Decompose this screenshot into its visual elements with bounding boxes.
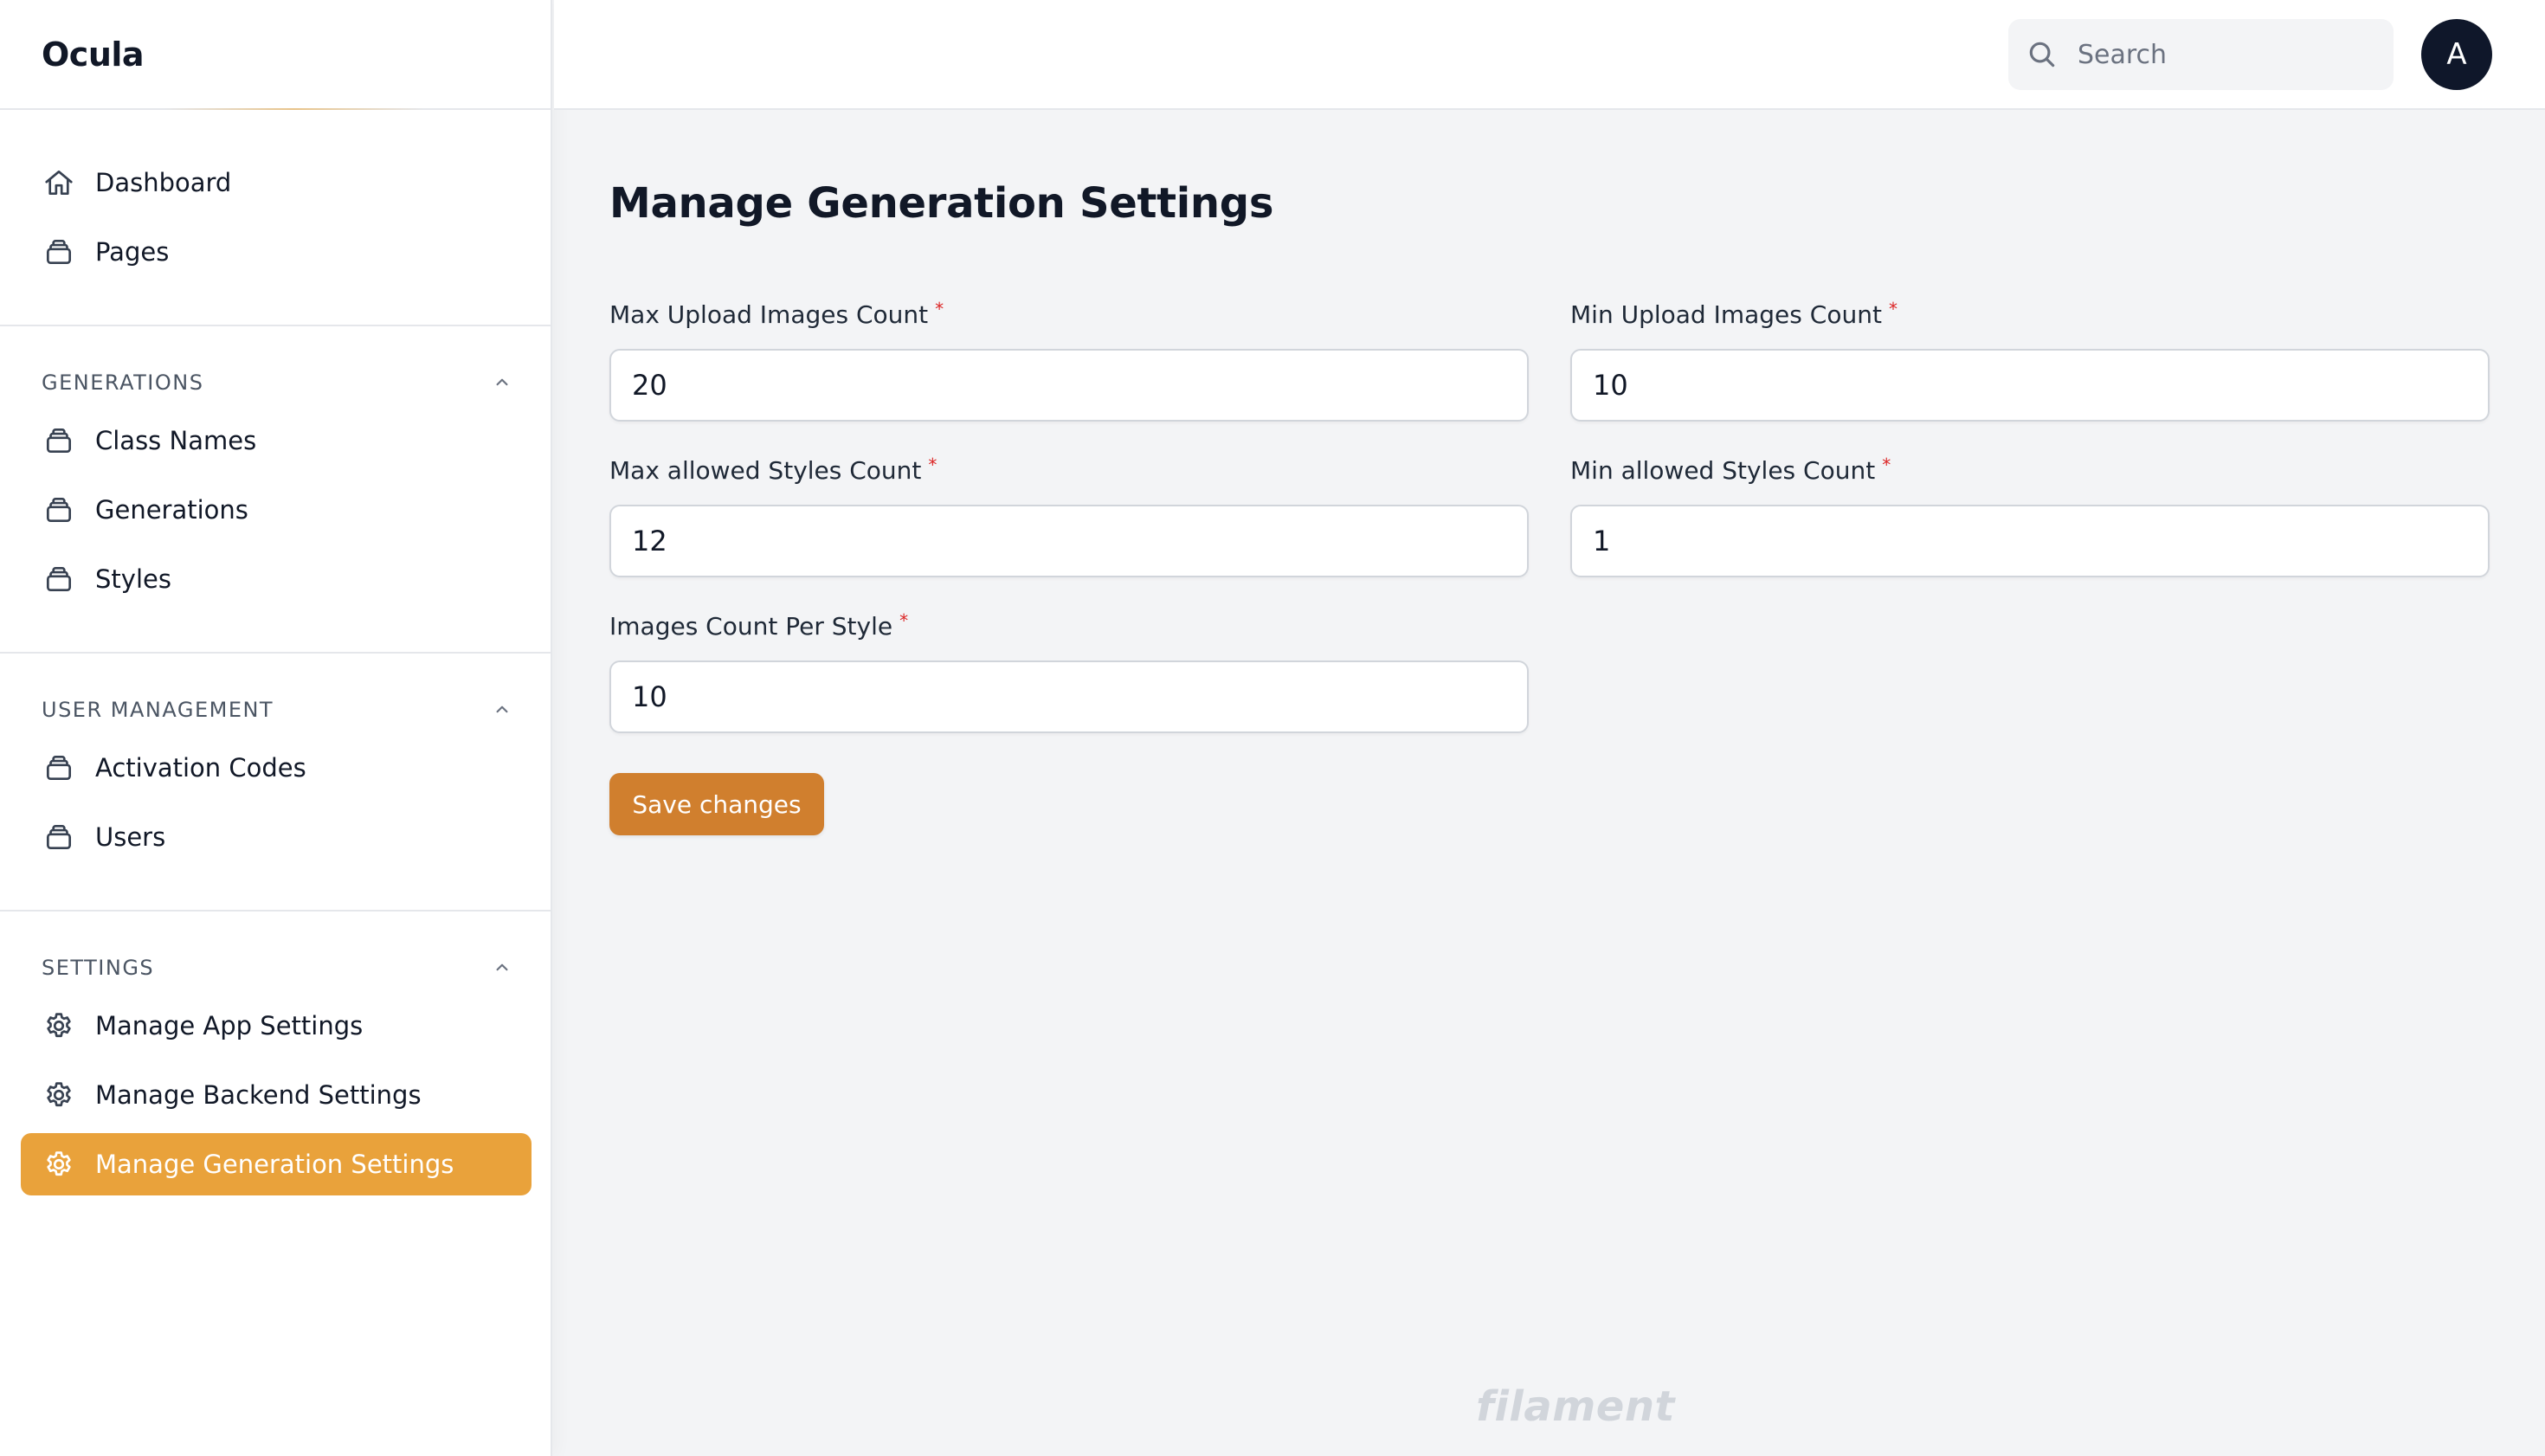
sidebar: Ocula Dashboard Pages GENERATIONS Class …	[0, 0, 552, 1456]
sidebar-item-manage-app-settings[interactable]: Manage App Settings	[21, 995, 532, 1057]
max-allowed-styles-count-input[interactable]	[609, 505, 1529, 577]
field-max-allowed-styles-count: Max allowed Styles Count *	[609, 456, 1529, 577]
field-label: Images Count Per Style *	[609, 612, 1529, 647]
filament-logo: filament	[1476, 1382, 1675, 1431]
stack-icon	[42, 820, 76, 854]
group-title: SETTINGS	[42, 956, 155, 980]
field-min-upload-images-count: Min Upload Images Count *	[1570, 300, 2490, 422]
sidebar-item-pages[interactable]: Pages	[21, 221, 532, 283]
field-max-upload-images-count: Max Upload Images Count *	[609, 300, 1529, 422]
required-asterisk: *	[899, 610, 909, 631]
sidebar-item-label: Dashboard	[95, 168, 232, 197]
search-input[interactable]	[2060, 39, 2372, 70]
sidebar-item-label: Users	[95, 822, 166, 852]
required-asterisk: *	[935, 299, 944, 319]
group-title: USER MANAGEMENT	[42, 698, 274, 722]
avatar[interactable]: A	[2421, 19, 2492, 90]
sidebar-item-label: Styles	[95, 564, 171, 594]
min-allowed-styles-count-input[interactable]	[1570, 505, 2490, 577]
min-upload-images-count-input[interactable]	[1570, 349, 2490, 422]
main-content: Manage Generation Settings Max Upload Im…	[554, 110, 2545, 1456]
brand-name: Ocula	[42, 35, 145, 74]
field-label: Min allowed Styles Count *	[1570, 456, 2490, 491]
group-header-user-management[interactable]: USER MANAGEMENT	[42, 693, 513, 727]
field-label-text: Min allowed Styles Count	[1570, 456, 1876, 485]
save-changes-button[interactable]: Save changes	[609, 773, 824, 835]
sidebar-item-users[interactable]: Users	[21, 806, 532, 868]
field-label-text: Images Count Per Style	[609, 612, 893, 641]
images-count-per-style-input[interactable]	[609, 660, 1529, 733]
field-label: Max Upload Images Count *	[609, 300, 1529, 335]
sidebar-item-manage-generation-settings[interactable]: Manage Generation Settings	[21, 1133, 532, 1195]
gear-icon	[42, 1147, 76, 1182]
field-label: Min Upload Images Count *	[1570, 300, 2490, 335]
avatar-initial: A	[2446, 37, 2467, 72]
sidebar-divider	[0, 325, 552, 326]
sidebar-item-class-names[interactable]: Class Names	[21, 409, 532, 472]
sidebar-item-styles[interactable]: Styles	[21, 548, 532, 610]
required-asterisk: *	[1882, 454, 1891, 475]
brand-accent-line	[164, 108, 424, 110]
sidebar-item-label: Manage Generation Settings	[95, 1150, 454, 1179]
sidebar-item-label: Activation Codes	[95, 753, 306, 783]
required-asterisk: *	[1888, 299, 1897, 319]
gear-icon	[42, 1078, 76, 1112]
gear-icon	[42, 1008, 76, 1043]
brand-logo[interactable]: Ocula	[0, 0, 551, 110]
search-icon	[2029, 42, 2055, 68]
sidebar-item-generations[interactable]: Generations	[21, 479, 532, 541]
field-label-text: Min Upload Images Count	[1570, 300, 1882, 329]
chevron-up-icon	[496, 378, 508, 386]
stack-icon	[42, 562, 76, 596]
max-upload-images-count-input[interactable]	[609, 349, 1529, 422]
sidebar-item-label: Class Names	[95, 426, 257, 455]
search-box[interactable]	[2008, 19, 2394, 90]
sidebar-item-label: Pages	[95, 237, 170, 267]
stack-icon	[42, 423, 76, 458]
sidebar-item-label: Generations	[95, 495, 248, 525]
field-images-count-per-style: Images Count Per Style *	[609, 612, 1529, 733]
field-label-text: Max Upload Images Count	[609, 300, 929, 329]
chevron-up-icon	[496, 963, 508, 971]
group-title: GENERATIONS	[42, 370, 204, 395]
home-icon	[42, 165, 76, 200]
stack-icon	[42, 493, 76, 527]
field-min-allowed-styles-count: Min allowed Styles Count *	[1570, 456, 2490, 577]
sidebar-item-manage-backend-settings[interactable]: Manage Backend Settings	[21, 1064, 532, 1126]
topbar: A	[554, 0, 2545, 110]
sidebar-divider	[0, 910, 552, 912]
sidebar-item-dashboard[interactable]: Dashboard	[21, 151, 532, 214]
field-label-text: Max allowed Styles Count	[609, 456, 922, 485]
group-header-settings[interactable]: SETTINGS	[42, 950, 513, 985]
sidebar-item-label: Manage Backend Settings	[95, 1080, 422, 1110]
group-header-generations[interactable]: GENERATIONS	[42, 365, 513, 400]
sidebar-item-activation-codes[interactable]: Activation Codes	[21, 737, 532, 799]
sidebar-item-label: Manage App Settings	[95, 1011, 364, 1040]
stack-icon	[42, 235, 76, 269]
page-title: Manage Generation Settings	[609, 179, 1274, 228]
field-label: Max allowed Styles Count *	[609, 456, 1529, 491]
chevron-up-icon	[496, 705, 508, 713]
sidebar-divider	[0, 652, 552, 654]
required-asterisk: *	[928, 454, 937, 475]
stack-icon	[42, 751, 76, 785]
